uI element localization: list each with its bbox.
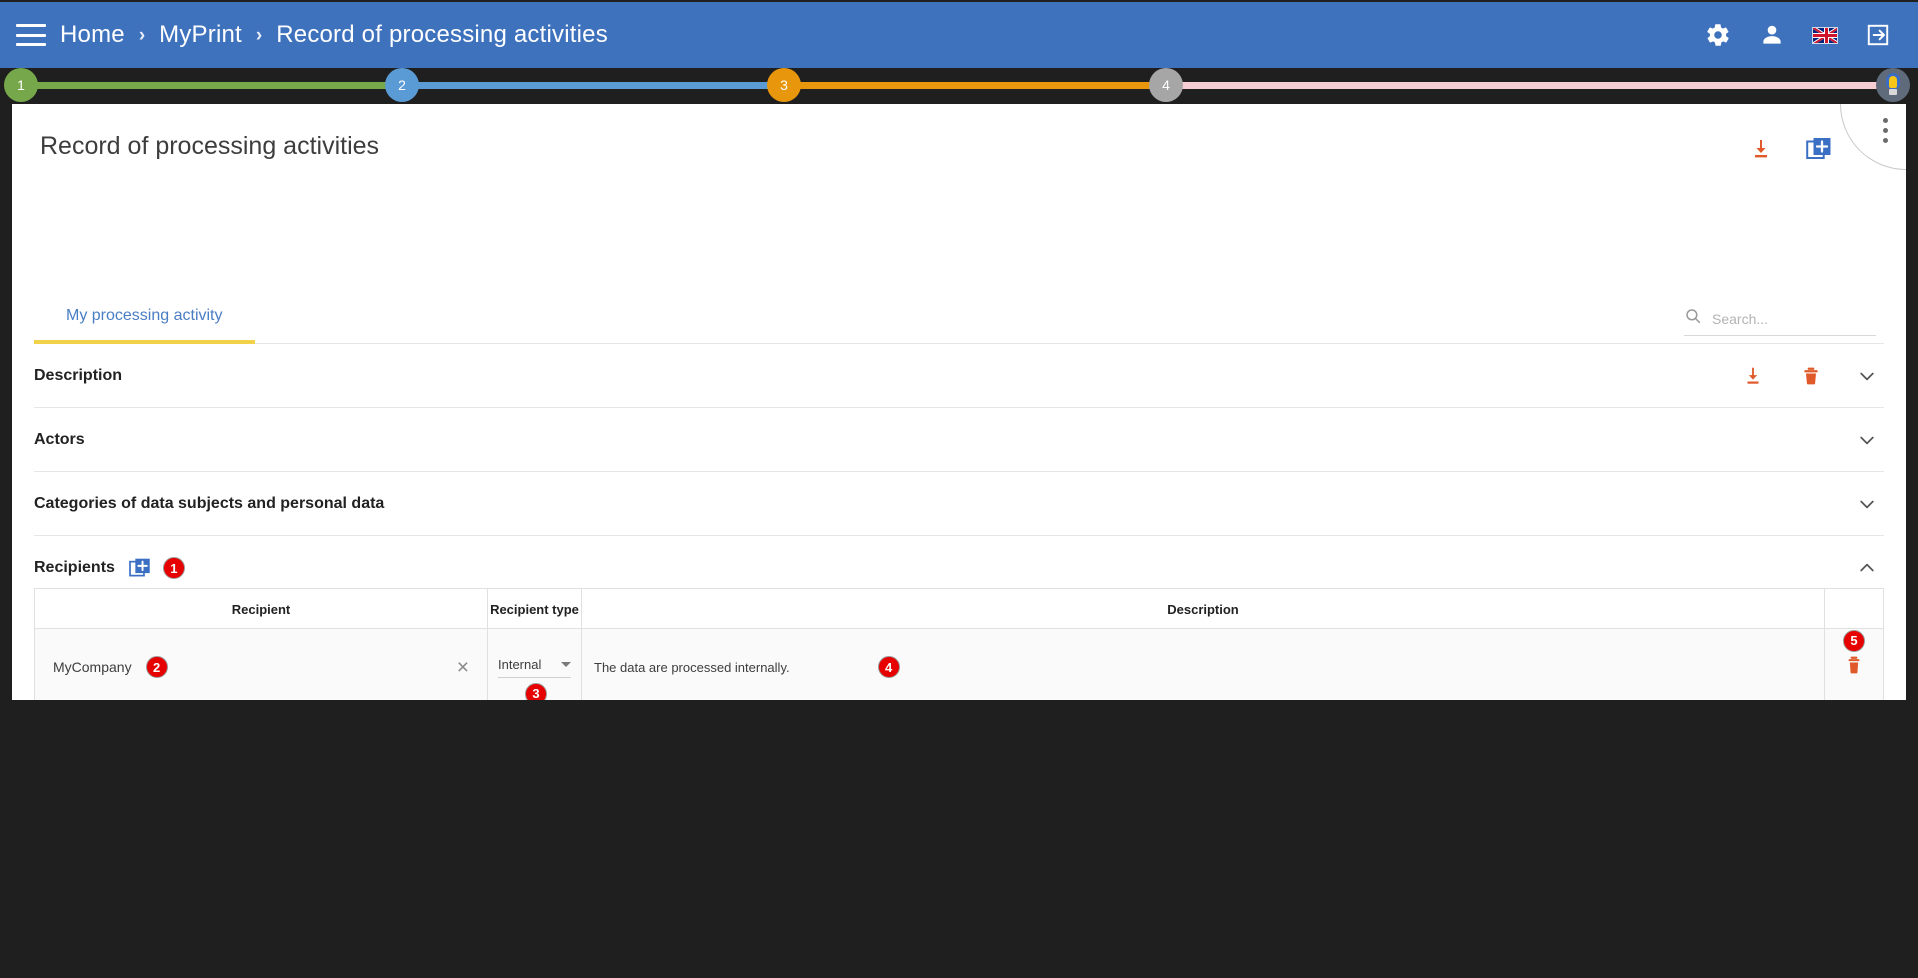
hamburger-line [16, 24, 46, 27]
logout-icon[interactable] [1864, 21, 1892, 49]
more-options-icon[interactable] [1883, 118, 1888, 143]
breadcrumb-item-record[interactable]: Record of processing activities [276, 21, 608, 49]
top-navigation-bar: Home › MyPrint › Record of processing ac… [0, 2, 1918, 68]
section-title: Actors [34, 430, 85, 448]
section-actions-description [1740, 344, 1878, 408]
bulb-filament [1889, 76, 1897, 88]
chevron-down-icon[interactable] [1856, 365, 1878, 387]
column-header-description: Description [582, 589, 1825, 629]
flag-cross-red [1824, 27, 1828, 43]
lightbulb-icon [1882, 73, 1904, 97]
annotation-badge-2: 2 [145, 656, 168, 678]
user-icon[interactable] [1758, 21, 1786, 49]
breadcrumb-item-myprint[interactable]: MyPrint [159, 21, 242, 49]
gear-icon[interactable] [1704, 21, 1732, 49]
row-action-group: 5 [1843, 629, 1865, 681]
kebab-dot [1883, 128, 1888, 133]
column-header-actions [1825, 589, 1883, 629]
column-header-recipient-type: Recipient type [488, 589, 582, 629]
step-progress-bar: 1 2 3 4 [0, 68, 1918, 104]
step-track-4 [1165, 82, 1905, 89]
table-row: MyCompany 2 × Internal 3 The data are pr… [35, 629, 1883, 700]
breadcrumb-separator-icon: › [138, 25, 146, 46]
step-node-3[interactable]: 3 [767, 68, 801, 102]
search-input[interactable] [1712, 310, 1862, 327]
delete-icon[interactable] [1844, 654, 1864, 681]
section-categories: Categories of data subjects and personal… [34, 472, 1884, 536]
download-icon[interactable] [1748, 136, 1774, 162]
add-new-icon[interactable] [129, 557, 151, 579]
tab-my-processing-activity[interactable]: My processing activity [34, 292, 255, 344]
breadcrumb-separator-icon: › [255, 25, 263, 46]
card-action-group [1748, 136, 1832, 162]
cell-row-actions: 5 [1825, 629, 1883, 700]
download-icon[interactable] [1740, 363, 1766, 389]
step-track-3 [782, 82, 1168, 89]
cell-description[interactable]: The data are processed internally. 4 [582, 629, 1825, 700]
recipient-type-select[interactable]: Internal [498, 657, 571, 678]
clear-recipient-icon[interactable]: × [457, 657, 469, 678]
step-node-1[interactable]: 1 [4, 68, 38, 102]
topbar-icon-group [1704, 21, 1892, 49]
step-track-2 [400, 82, 785, 89]
breadcrumb-item-home[interactable]: Home [60, 21, 125, 49]
step-node-final-bulb[interactable] [1876, 68, 1910, 102]
column-header-recipient: Recipient [35, 589, 488, 629]
description-value: The data are processed internally. [594, 659, 790, 675]
delete-icon[interactable] [1798, 363, 1824, 389]
chevron-down-icon [561, 661, 571, 667]
section-title: Recipients [34, 559, 115, 576]
section-header-categories[interactable]: Categories of data subjects and personal… [34, 472, 1884, 536]
step-node-4[interactable]: 4 [1149, 68, 1183, 102]
annotation-badge-5: 5 [1843, 629, 1865, 652]
recipient-type-select-wrap: Internal 3 [498, 657, 571, 700]
add-new-icon[interactable] [1806, 136, 1832, 162]
chevron-up-icon[interactable] [1856, 557, 1878, 579]
section-actions-actors [1856, 408, 1878, 472]
hamburger-line [16, 43, 46, 46]
section-description: Description [34, 344, 1884, 408]
section-title: Categories of data subjects and personal… [34, 494, 385, 512]
recipient-value-group: MyCompany 2 [53, 656, 168, 678]
hamburger-line [16, 33, 46, 37]
chevron-down-icon[interactable] [1856, 429, 1878, 451]
hamburger-icon[interactable] [16, 24, 46, 46]
annotation-badge-1: 1 [162, 557, 185, 579]
annotation-badge-4: 4 [877, 656, 900, 678]
kebab-dot [1883, 138, 1888, 143]
cell-recipient: MyCompany 2 × [35, 629, 488, 700]
main-content-card: Record of processing activities My proce… [12, 104, 1906, 700]
search-box[interactable] [1684, 302, 1876, 336]
page-title: Record of processing activities [40, 132, 380, 160]
section-header-description[interactable]: Description [34, 344, 1884, 408]
uk-flag-icon[interactable] [1812, 26, 1838, 44]
kebab-dot [1883, 118, 1888, 123]
tab-bar: My processing activity [34, 292, 1884, 344]
section-actors: Actors [34, 408, 1884, 472]
annotation-badge-3: 3 [525, 682, 547, 700]
breadcrumb: Home › MyPrint › Record of processing ac… [60, 21, 608, 49]
cell-recipient-type: Internal 3 [488, 629, 582, 700]
chevron-down-icon[interactable] [1856, 493, 1878, 515]
bulb-base [1889, 89, 1897, 95]
section-title: Description [34, 366, 123, 384]
section-header-actors[interactable]: Actors [34, 408, 1884, 472]
section-actions-categories [1856, 472, 1878, 536]
search-icon [1684, 307, 1702, 330]
recipient-name: MyCompany [53, 659, 132, 675]
step-node-2[interactable]: 2 [385, 68, 419, 102]
recipient-type-value: Internal [498, 656, 542, 672]
step-track-1 [18, 82, 403, 89]
table-header-row: Recipient Recipient type Description [35, 589, 1883, 629]
kebab-menu-notch [1840, 104, 1906, 170]
recipients-table: Recipient Recipient type Description MyC… [34, 588, 1884, 700]
